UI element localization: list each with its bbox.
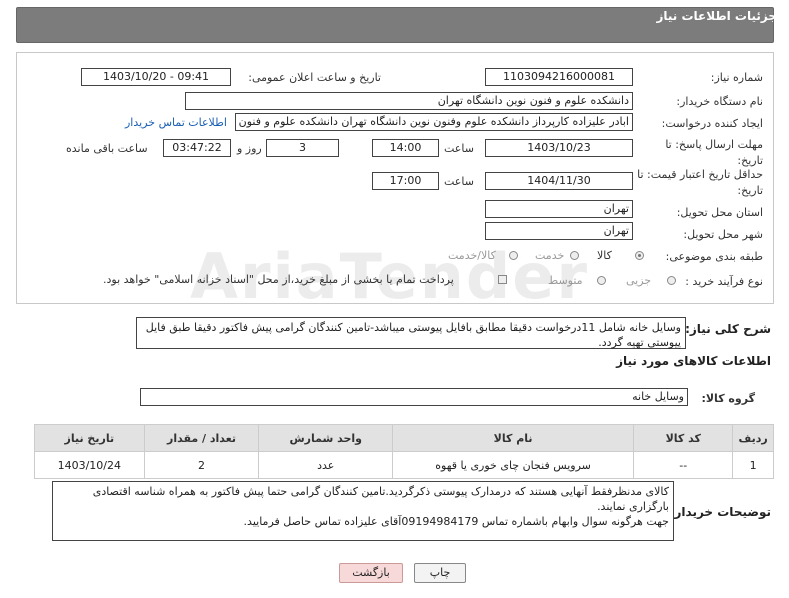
back-button[interactable]: بازگشت bbox=[339, 563, 403, 583]
cell-item-name: سرویس فنجان چای خوری یا قهوه bbox=[392, 451, 635, 479]
category-option-service: خدمت bbox=[535, 249, 565, 262]
page-title: جزئیات اطلاعات نیاز bbox=[656, 9, 777, 23]
creator-label: ایجاد کننده درخواست: bbox=[661, 117, 763, 130]
buyer-org-label: نام دستگاه خریدار: bbox=[676, 95, 763, 108]
process-option-medium: متوسط bbox=[548, 274, 583, 287]
announce-field: 1403/10/20 - 09:41 bbox=[81, 68, 231, 86]
process-radio-minor[interactable] bbox=[667, 276, 676, 285]
cell-row-number: 1 bbox=[732, 451, 774, 479]
buyer-notes-label: توضیحات خریدار: bbox=[669, 505, 771, 519]
cell-unit: عدد bbox=[258, 451, 394, 479]
deadline-time-field: 14:00 bbox=[372, 139, 439, 157]
cell-item-code: -- bbox=[633, 451, 734, 479]
need-number-field: 1103094216000081 bbox=[485, 68, 633, 86]
remaining-label: ساعت باقی مانده bbox=[66, 142, 148, 155]
cell-need-date: 1403/10/24 bbox=[34, 451, 145, 479]
table-row: 1 -- سرویس فنجان چای خوری یا قهوه عدد 2 … bbox=[34, 451, 774, 479]
city-field: تهران bbox=[485, 222, 633, 240]
cell-quantity: 2 bbox=[143, 451, 260, 479]
validity-date-field: 1404/11/30 bbox=[485, 172, 633, 190]
validity-time-field: 17:00 bbox=[372, 172, 439, 190]
deadline-date-field: 1403/10/23 bbox=[485, 139, 633, 157]
buyer-notes-line-2: جهت هرگونه سوال وابهام باشماره تماس 0919… bbox=[243, 515, 669, 528]
category-option-goods: کالا bbox=[597, 249, 612, 262]
category-radio-service[interactable] bbox=[570, 251, 579, 260]
col-item-code: کد کالا bbox=[633, 424, 734, 452]
process-option-minor: جزیی bbox=[626, 274, 652, 287]
buyer-notes-box: کالای مدنظرفقط آنهایی هستند که درمدارک پ… bbox=[52, 481, 674, 541]
need-number-label: شماره نیاز: bbox=[710, 71, 763, 84]
goods-group-field: وسایل خانه bbox=[140, 388, 688, 406]
goods-group-label: گروه کالا: bbox=[701, 392, 755, 405]
treasury-payment-checkbox[interactable] bbox=[498, 275, 507, 284]
items-table: ردیف کد کالا نام کالا واحد شمارش تعداد /… bbox=[34, 424, 774, 479]
creator-field: ابادر علیزاده کارپرداز دانشکده علوم وفنو… bbox=[235, 113, 633, 131]
province-field: تهران bbox=[485, 200, 633, 218]
treasury-payment-note: پرداخت تمام یا بخشی از مبلغ خرید،از محل … bbox=[103, 273, 454, 286]
col-unit: واحد شمارش bbox=[258, 424, 394, 452]
col-item-name: نام کالا bbox=[392, 424, 635, 452]
remaining-time-field: 03:47:22 bbox=[163, 139, 231, 157]
buyer-notes-line-1: کالای مدنظرفقط آنهایی هستند که درمدارک پ… bbox=[92, 485, 669, 513]
validity-time-label: ساعت bbox=[444, 175, 474, 188]
city-label: شهر محل تحویل: bbox=[683, 228, 763, 241]
category-option-goods-service: کالا/خدمت bbox=[448, 249, 496, 262]
buyer-contact-link[interactable]: اطلاعات تماس خریدار bbox=[125, 116, 227, 129]
days-label: روز و bbox=[237, 142, 262, 155]
announce-label: تاریخ و ساعت اعلان عمومی: bbox=[248, 71, 381, 84]
days-field: 3 bbox=[266, 139, 339, 157]
province-label: استان محل تحویل: bbox=[676, 206, 763, 219]
col-row-number: ردیف bbox=[732, 424, 774, 452]
col-need-date: تاریخ نیاز bbox=[34, 424, 145, 452]
validity-label: حداقل تاریخ اعتبار قیمت: تا تاریخ: bbox=[637, 168, 763, 197]
buyer-org-field: دانشکده علوم و فنون نوین دانشگاه تهران bbox=[185, 92, 633, 110]
category-radio-goods-service[interactable] bbox=[509, 251, 518, 260]
items-table-header: ردیف کد کالا نام کالا واحد شمارش تعداد /… bbox=[34, 424, 774, 452]
col-quantity: تعداد / مقدار bbox=[143, 424, 260, 452]
process-radio-medium[interactable] bbox=[597, 276, 606, 285]
deadline-label: مهلت ارسال پاسخ: تا تاریخ: bbox=[665, 138, 763, 167]
summary-label: شرح کلی نیاز: bbox=[685, 322, 771, 336]
category-radio-goods[interactable] bbox=[635, 251, 644, 260]
process-label: نوع فرآیند خرید : bbox=[685, 275, 763, 288]
deadline-time-label: ساعت bbox=[444, 142, 474, 155]
summary-text: وسایل خانه شامل 11درخواست دقیقا مطابق با… bbox=[136, 317, 686, 349]
goods-section-title: اطلاعات کالاهای مورد نیاز bbox=[616, 354, 771, 368]
category-label: طبقه بندی موضوعی: bbox=[665, 250, 763, 263]
print-button[interactable]: چاپ bbox=[414, 563, 466, 583]
